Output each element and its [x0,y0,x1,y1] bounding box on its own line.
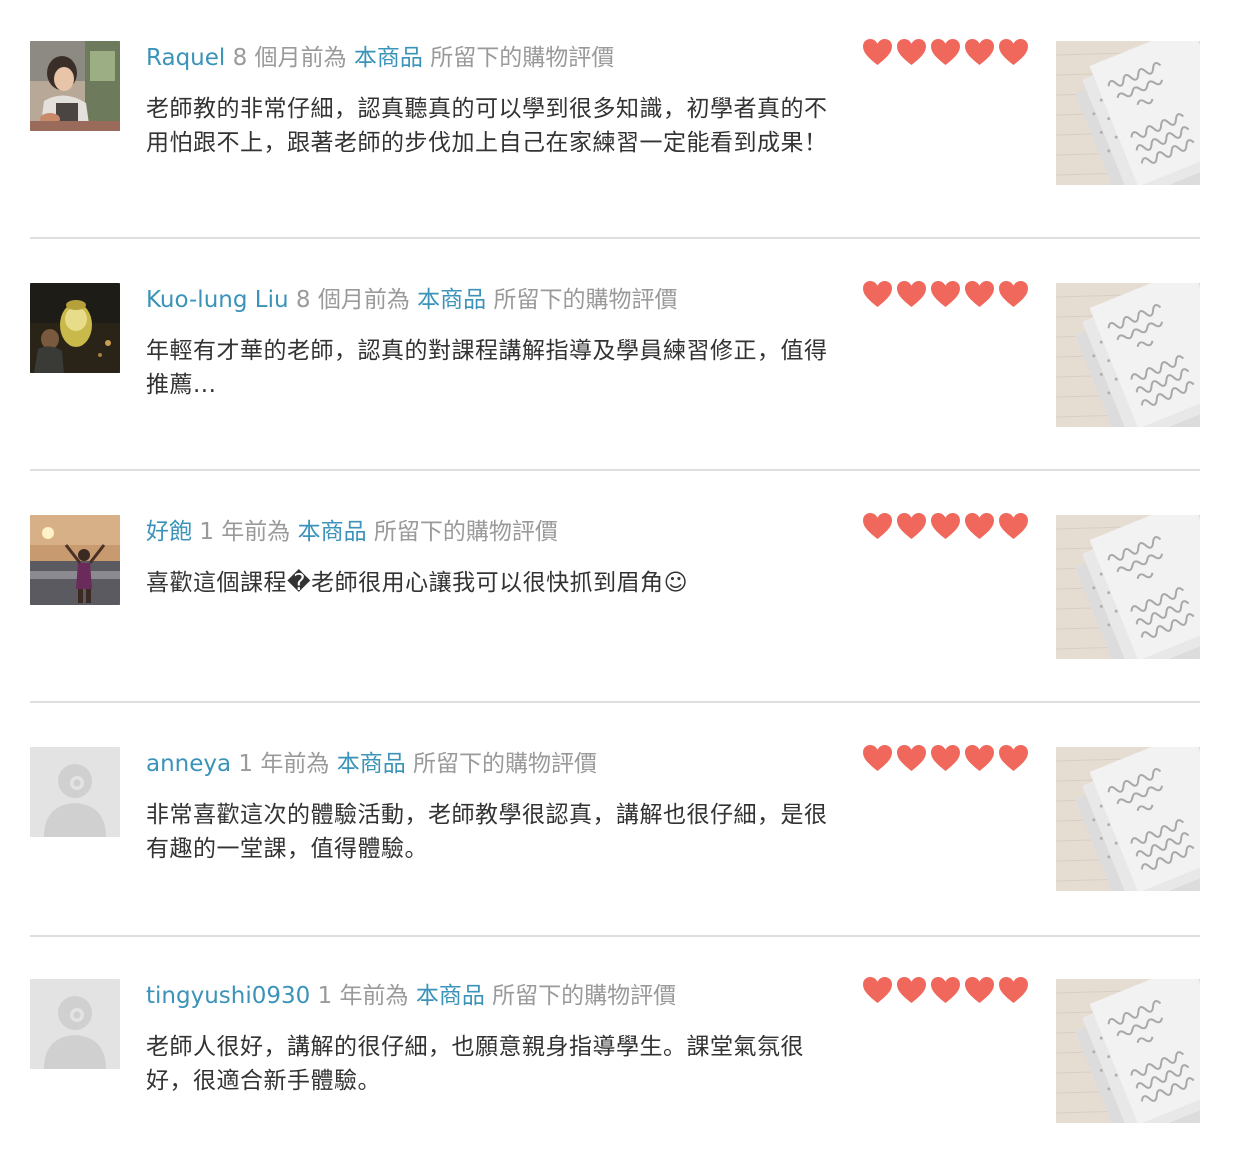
heart-icon [999,744,1028,772]
heart-icon [999,976,1028,1004]
review-comment: 年輕有才華的老師，認真的對課程講解指導及學員練習修正，值得推薦... [146,338,828,398]
reviewer-name-link[interactable]: anneya [146,751,231,777]
divider [30,701,1200,703]
product-calligraphy-sheet-icon [1056,979,1200,1123]
heart-icon [931,512,960,540]
divider [30,935,1200,937]
default-avatar-icon [30,979,120,1069]
product-link[interactable]: 本商品 [417,287,486,313]
reviewer-name-link[interactable]: tingyushi0930 [146,983,310,1009]
heart-icon [897,744,926,772]
divider [30,237,1200,239]
product-link[interactable]: 本商品 [416,983,485,1009]
heart-icon [965,512,994,540]
user-photo-icon [30,283,120,373]
review-time: 8 個月 [295,287,364,313]
user-avatar[interactable] [30,283,120,373]
review-item: 好飽 1 年前為 本商品 所留下的購物評價 喜歡這個課程�老師很用心讓我可以很快… [0,474,1236,706]
rating-hearts [862,744,1029,776]
heart-icon [863,280,892,308]
product-calligraphy-sheet-icon [1056,515,1200,659]
heart-icon [931,38,960,66]
rating-hearts [862,38,1029,70]
user-avatar[interactable] [30,515,120,605]
heart-icon [999,280,1028,308]
review-meta-tail: 所留下的購物評價 [373,519,558,545]
heart-icon [897,512,926,540]
heart-icon [931,744,960,772]
heart-icon [897,280,926,308]
review-time-suffix: 前為 [362,983,409,1009]
heart-icon [965,38,994,66]
review-meta: 好飽 1 年前為 本商品 所留下的購物評價 [146,514,558,550]
reviewer-name-link[interactable]: Raquel [146,45,225,71]
product-calligraphy-sheet-icon [1056,283,1200,427]
product-thumbnail[interactable] [1056,747,1200,891]
product-link[interactable]: 本商品 [337,751,406,777]
rating-hearts [862,976,1029,1008]
review-time: 8 個月 [232,45,301,71]
user-avatar[interactable] [30,979,120,1069]
user-avatar[interactable] [30,747,120,837]
product-link[interactable]: 本商品 [298,519,367,545]
review-item: Raquel 8 個月前為 本商品 所留下的購物評價 老師教的非常仔細，認真聽真… [0,0,1236,232]
divider [30,469,1200,471]
review-comment: 老師人很好，講解的很仔細，也願意親身指導學生。課堂氣氛很好，很適合新手體驗。 [146,1034,804,1094]
review-meta-tail: 所留下的購物評價 [493,287,678,313]
review-time-suffix: 前為 [244,519,291,545]
review-time: 1 年 [199,519,245,545]
review-time: 1 年 [317,983,363,1009]
heart-icon [999,38,1028,66]
reviewer-name-link[interactable]: 好飽 [146,519,192,545]
review-comment: 非常喜歡這次的體驗活動，老師教學很認真，講解也很仔細，是很有趣的一堂課，值得體驗… [146,802,828,862]
product-calligraphy-sheet-icon [1056,747,1200,891]
product-thumbnail[interactable] [1056,283,1200,427]
review-item: Kuo-lung Liu 8 個月前為 本商品 所留下的購物評價 年輕有才華的老… [0,242,1236,474]
review-meta: anneya 1 年前為 本商品 所留下的購物評價 [146,746,597,782]
review-time-suffix: 前為 [283,751,330,777]
product-thumbnail[interactable] [1056,979,1200,1123]
heart-icon [965,744,994,772]
rating-hearts [862,280,1029,312]
review-meta: Kuo-lung Liu 8 個月前為 本商品 所留下的購物評價 [146,282,677,318]
heart-icon [897,38,926,66]
review-meta: tingyushi0930 1 年前為 本商品 所留下的購物評價 [146,978,676,1014]
review-meta-tail: 所留下的購物評價 [413,751,597,777]
heart-icon [931,976,960,1004]
user-photo-icon [30,41,120,131]
product-calligraphy-sheet-icon [1056,41,1200,185]
heart-icon [863,744,892,772]
rating-hearts [862,512,1029,544]
heart-icon [965,280,994,308]
product-thumbnail[interactable] [1056,41,1200,185]
heart-icon [863,512,892,540]
user-avatar[interactable] [30,41,120,131]
review-comment: 喜歡這個課程�老師很用心讓我可以很快抓到眉角☺ [146,570,689,596]
review-meta: Raquel 8 個月前為 本商品 所留下的購物評價 [146,40,614,76]
user-photo-icon [30,515,120,605]
review-meta-tail: 所留下的購物評價 [430,45,615,71]
review-time: 1 年 [238,751,284,777]
heart-icon [965,976,994,1004]
heart-icon [931,280,960,308]
review-time-suffix: 前為 [363,287,410,313]
review-item: anneya 1 年前為 本商品 所留下的購物評價 非常喜歡這次的體驗活動，老師… [0,706,1236,938]
review-meta-tail: 所留下的購物評價 [492,983,677,1009]
product-thumbnail[interactable] [1056,515,1200,659]
reviewer-name-link[interactable]: Kuo-lung Liu [146,287,289,313]
review-time-suffix: 前為 [300,45,347,71]
review-comment: 老師教的非常仔細，認真聽真的可以學到很多知識，初學者真的不用怕跟不上，跟著老師的… [146,96,828,156]
review-item: tingyushi0930 1 年前為 本商品 所留下的購物評價 老師人很好，講… [0,938,1236,1170]
default-avatar-icon [30,747,120,837]
heart-icon [863,976,892,1004]
heart-icon [999,512,1028,540]
heart-icon [897,976,926,1004]
product-link[interactable]: 本商品 [354,45,423,71]
heart-icon [863,38,892,66]
